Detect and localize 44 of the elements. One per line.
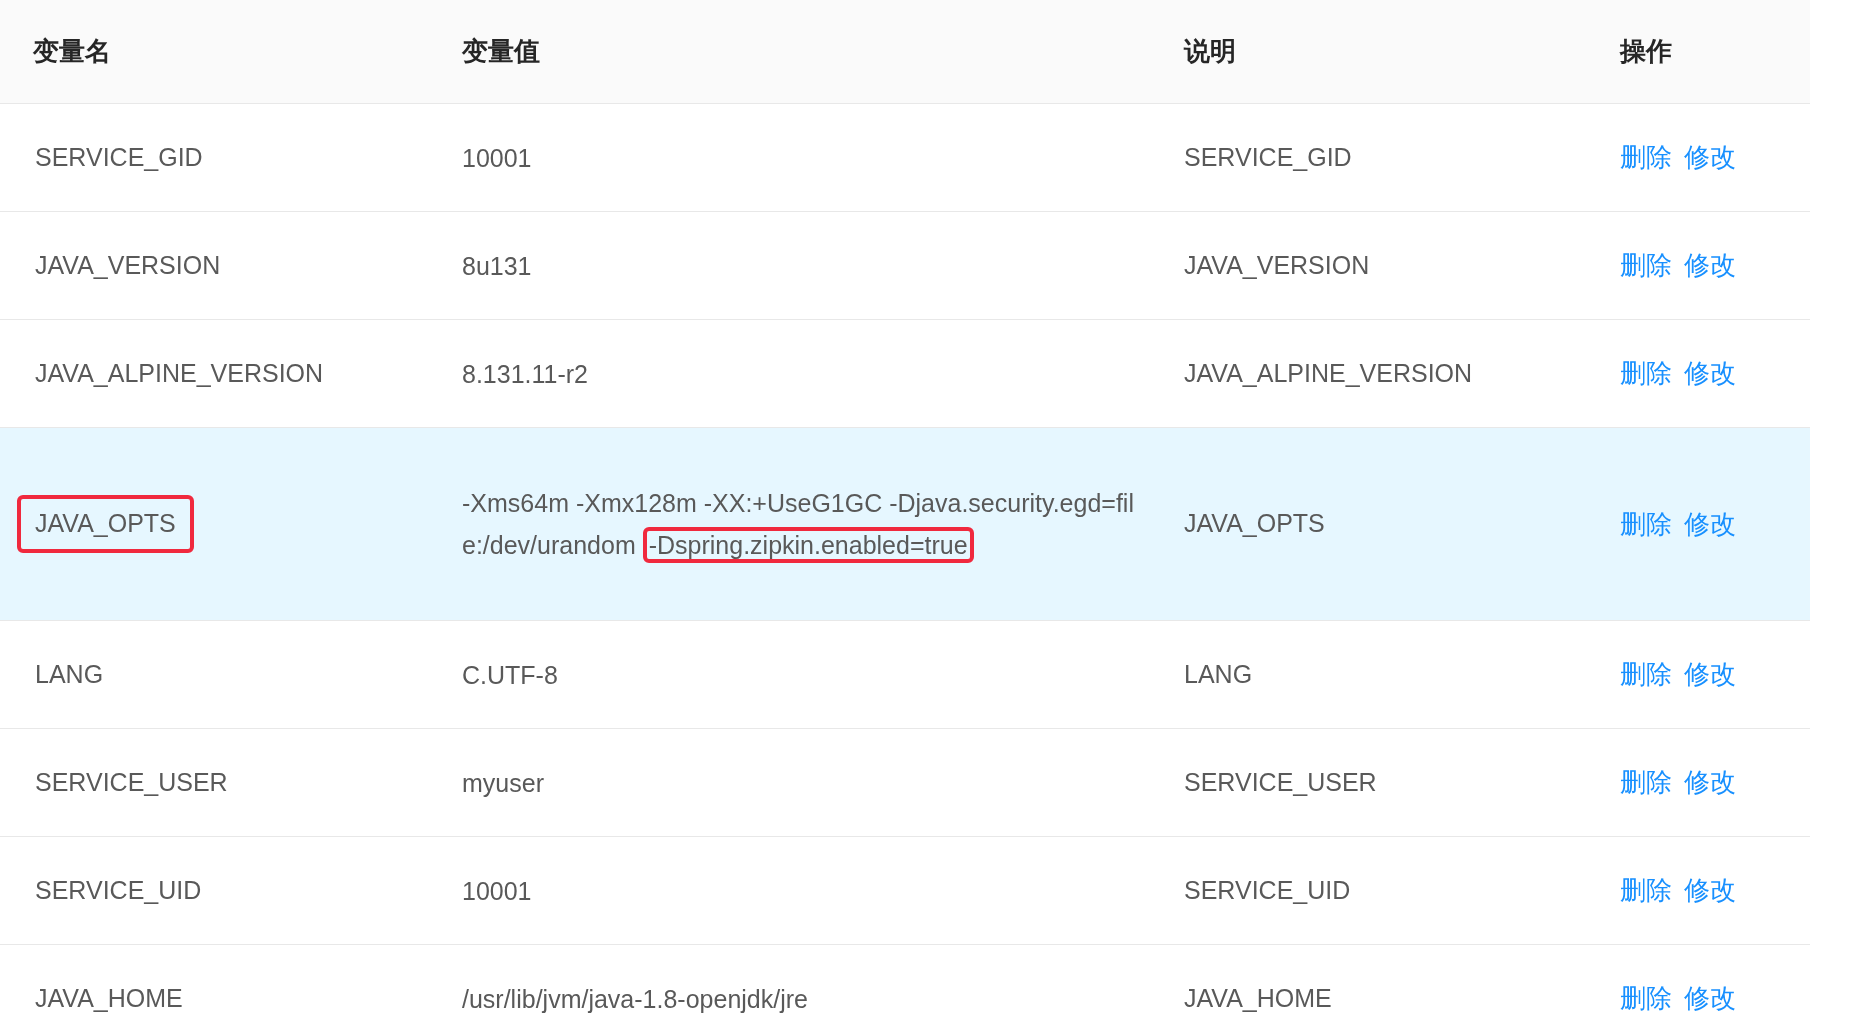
action-link[interactable]: 修改 (1684, 504, 1736, 544)
table-cell-text: C.UTF-8 (462, 659, 559, 691)
table-cell-text: 8.131.11-r2 (462, 358, 589, 390)
table-cell: JAVA_OPTS (17, 495, 194, 553)
table-cell-text: /usr/lib/jvm/java-1.8-openjdk/jre (462, 983, 809, 1015)
table-cell-text: SERVICE_USER (34, 766, 229, 798)
table-cell-text: SERVICE_GID (34, 141, 204, 173)
action-link[interactable]: 删除 (1620, 979, 1672, 1018)
action-link[interactable]: 删除 (1620, 504, 1672, 544)
action-link[interactable]: 删除 (1620, 655, 1672, 694)
table-cell: JAVA_VERSION (1184, 250, 1370, 279)
table-cell: -Xms64m -Xmx128m -XX:+UseG1GC -Djava.security.egd=file:/dev/urandom -Dspring.zipkin.enabled=true (462, 462, 1184, 586)
table-cell: JAVA_HOME (1184, 983, 1332, 1012)
action-link[interactable]: 修改 (1684, 763, 1736, 802)
action-link[interactable]: 删除 (1620, 138, 1672, 177)
action-link[interactable]: 修改 (1684, 354, 1736, 393)
action-link[interactable]: 删除 (1620, 763, 1672, 802)
table-cell: SERVICE_GID (1184, 142, 1352, 171)
table-cell-text: myuser (462, 767, 545, 799)
table-cell-text: 10001 (462, 875, 533, 907)
action-link[interactable]: 修改 (1684, 246, 1736, 285)
table-cell-text: SERVICE_UID (34, 874, 203, 906)
action-link[interactable]: 修改 (1684, 138, 1736, 177)
action-link[interactable]: 删除 (1620, 246, 1672, 285)
column-header: 变量值 (462, 36, 540, 66)
table-cell: JAVA_OPTS (1184, 509, 1325, 538)
action-link[interactable]: 删除 (1620, 354, 1672, 393)
table-cell-text: 10001 (462, 142, 533, 174)
action-link[interactable]: 删除 (1620, 871, 1672, 910)
table-cell-text: 8u131 (462, 250, 533, 282)
table-cell: SERVICE_UID (1184, 875, 1351, 904)
table-cell: SERVICE_USER (1184, 767, 1377, 796)
action-link[interactable]: 修改 (1684, 979, 1736, 1018)
action-link[interactable]: 修改 (1684, 871, 1736, 910)
column-header: 操作 (1620, 36, 1672, 66)
table-cell-text: JAVA_ALPINE_VERSION (34, 357, 325, 389)
column-header: 说明 (1184, 36, 1236, 66)
table-cell: JAVA_ALPINE_VERSION (1184, 358, 1473, 387)
column-header: 变量名 (33, 36, 111, 66)
table-cell: LANG (1184, 659, 1253, 688)
table-cell-text: LANG (34, 658, 105, 690)
action-link[interactable]: 修改 (1684, 655, 1736, 694)
table-cell-text: JAVA_VERSION (34, 249, 222, 281)
table-cell-text: JAVA_HOME (34, 982, 184, 1014)
